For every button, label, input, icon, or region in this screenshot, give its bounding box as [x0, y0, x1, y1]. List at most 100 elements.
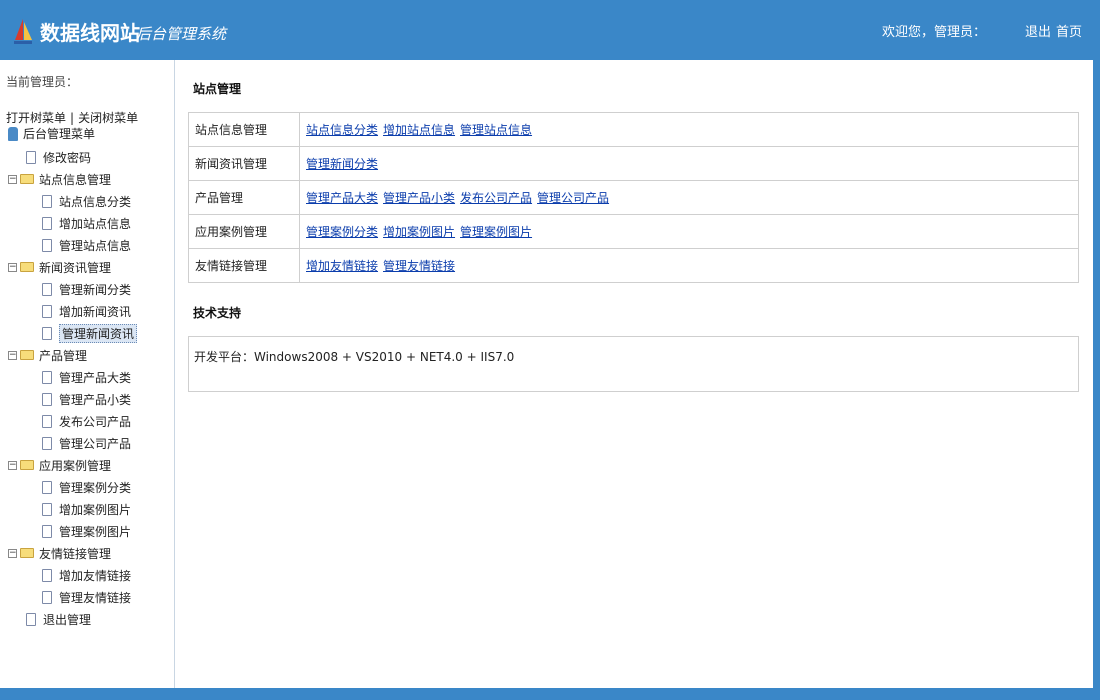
tree-item[interactable]: − 站点信息管理	[8, 169, 111, 189]
tree-item[interactable]: 发布公司产品	[42, 411, 131, 431]
tree-item[interactable]: 站点信息分类	[42, 191, 131, 211]
table-row: 产品管理 管理产品大类 管理产品小类 发布公司产品 管理公司产品	[188, 180, 1079, 215]
tree-item-label: 管理公司产品	[59, 436, 132, 451]
document-icon	[42, 304, 52, 318]
document-icon	[42, 414, 52, 428]
open-tree-link[interactable]: 打开树菜单	[6, 111, 66, 125]
row-label: 友情链接管理	[188, 248, 300, 283]
document-icon	[42, 524, 52, 538]
management-link[interactable]: 管理案例分类	[306, 225, 378, 239]
tree-item-label: 管理站点信息	[59, 238, 132, 253]
tree-item[interactable]: − 友情链接管理	[8, 543, 111, 563]
management-link[interactable]: 增加站点信息	[383, 123, 455, 137]
management-link[interactable]: 管理产品大类	[306, 191, 378, 205]
folder-icon	[20, 460, 34, 470]
tree-item[interactable]: 管理友情链接	[42, 587, 131, 607]
management-link[interactable]: 管理案例图片	[460, 225, 532, 239]
management-link[interactable]: 管理站点信息	[460, 123, 532, 137]
tree-item-label: 友情链接管理	[39, 546, 112, 561]
document-icon	[42, 436, 52, 450]
tree-item[interactable]: 增加新闻资讯	[42, 301, 131, 321]
row-links: 站点信息分类 增加站点信息 管理站点信息	[299, 112, 1079, 147]
tree-item[interactable]: 管理新闻资讯	[42, 323, 138, 343]
management-link[interactable]: 管理新闻分类	[306, 157, 378, 171]
sailboat-logo-icon	[14, 19, 32, 44]
section-title-tech: 技术支持	[193, 306, 242, 320]
tree-item-label: 应用案例管理	[39, 458, 112, 473]
tree-item[interactable]: − 应用案例管理	[8, 455, 111, 475]
logout-link[interactable]: 退出	[1025, 21, 1051, 40]
tree-item[interactable]: 增加站点信息	[42, 213, 131, 233]
tree-item-label: 增加友情链接	[59, 568, 132, 583]
footer-bar	[0, 688, 1100, 700]
tree-item[interactable]: 增加案例图片	[42, 499, 131, 519]
folder-icon	[20, 174, 34, 184]
close-tree-link[interactable]: 关闭树菜单	[78, 111, 138, 125]
tree-item[interactable]: 修改密码	[26, 147, 91, 167]
collapse-toggle-icon[interactable]: −	[8, 460, 17, 470]
tree-item-label: 站点信息分类	[59, 194, 132, 209]
document-icon	[42, 194, 52, 208]
management-table: 站点信息管理 站点信息分类 增加站点信息 管理站点信息 新闻资讯管理 管理新闻分类 产品管理…	[188, 112, 1079, 283]
folder-icon	[20, 262, 34, 272]
tree-item[interactable]: 退出管理	[26, 609, 91, 629]
table-row: 友情链接管理 增加友情链接 管理友情链接	[188, 248, 1079, 283]
document-icon	[42, 480, 52, 494]
tree-item[interactable]: − 新闻资讯管理	[8, 257, 111, 277]
tree-controls: 打开树菜单 | 关闭树菜单	[6, 109, 138, 126]
collapse-toggle-icon[interactable]: −	[8, 350, 17, 360]
row-label: 产品管理	[188, 180, 300, 215]
tree-item-label: 产品管理	[39, 348, 88, 363]
site-subtitle: 后台管理系统	[136, 25, 227, 43]
management-link[interactable]: 站点信息分类	[306, 123, 378, 137]
tech-support-text: 开发平台：Windows2008 + VS2010 + NET4.0 + IIS…	[194, 350, 515, 364]
management-link[interactable]: 管理友情链接	[383, 259, 455, 273]
tree-item-label: 新闻资讯管理	[39, 260, 112, 275]
site-title: 数据线网站	[40, 21, 140, 45]
tree-item[interactable]: 管理新闻分类	[42, 279, 131, 299]
row-links: 管理新闻分类	[299, 146, 1079, 181]
document-icon	[42, 502, 52, 516]
tree-item[interactable]: 管理产品小类	[42, 389, 131, 409]
tree-item[interactable]: 管理案例分类	[42, 477, 131, 497]
document-icon	[26, 612, 36, 626]
tree-item[interactable]: 管理公司产品	[42, 433, 131, 453]
management-link[interactable]: 管理产品小类	[383, 191, 455, 205]
tree-item[interactable]: 管理案例图片	[42, 521, 131, 541]
separator: |	[70, 111, 75, 125]
tree-item-label: 管理新闻分类	[59, 282, 132, 297]
management-link[interactable]: 发布公司产品	[460, 191, 532, 205]
collapse-toggle-icon[interactable]: −	[8, 262, 17, 272]
management-link[interactable]: 增加案例图片	[383, 225, 455, 239]
tree-item-label: 增加案例图片	[59, 502, 132, 517]
row-label: 站点信息管理	[188, 112, 300, 147]
collapse-toggle-icon[interactable]: −	[8, 174, 17, 184]
tree-item-label: 发布公司产品	[59, 414, 132, 429]
tree-item[interactable]: 管理产品大类	[42, 367, 131, 387]
current-admin-label: 当前管理员：	[6, 75, 79, 89]
welcome-text: 欢迎您，管理员：	[882, 25, 987, 40]
document-icon	[26, 150, 36, 164]
tree-item[interactable]: 管理站点信息	[42, 235, 131, 255]
row-links: 增加友情链接 管理友情链接	[299, 248, 1079, 283]
folder-icon	[20, 548, 34, 558]
management-link[interactable]: 增加友情链接	[306, 259, 378, 273]
tree-item[interactable]: 增加友情链接	[42, 565, 131, 585]
row-label: 新闻资讯管理	[188, 146, 300, 181]
document-icon	[42, 370, 52, 384]
right-border	[1093, 60, 1100, 688]
document-icon	[42, 216, 52, 230]
tree-item[interactable]: − 产品管理	[8, 345, 87, 365]
tree-item-label: 站点信息管理	[39, 172, 112, 187]
collapse-toggle-icon[interactable]: −	[8, 548, 17, 558]
tree-root[interactable]: 后台管理菜单	[8, 125, 95, 142]
management-link[interactable]: 管理公司产品	[537, 191, 609, 205]
tree-item-label: 管理新闻资讯	[59, 323, 138, 343]
computer-icon	[8, 126, 18, 141]
tree-item-label: 管理案例图片	[59, 524, 132, 539]
tree-item-label: 管理产品小类	[59, 392, 132, 407]
folder-icon	[20, 350, 34, 360]
tree-item-label: 修改密码	[43, 150, 92, 165]
home-link[interactable]: 首页	[1056, 21, 1082, 40]
document-icon	[42, 392, 52, 406]
